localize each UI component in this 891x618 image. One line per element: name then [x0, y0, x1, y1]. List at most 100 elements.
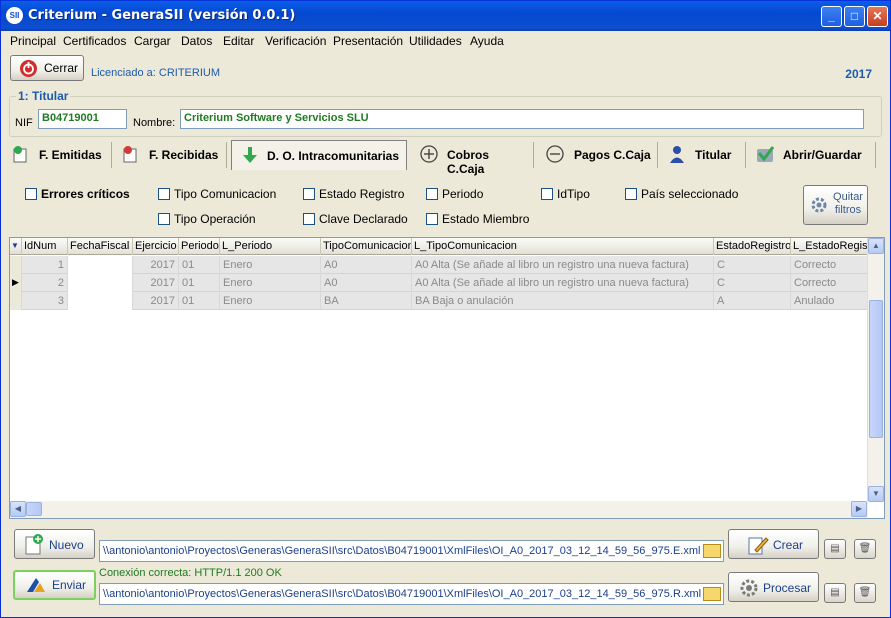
tab-cobros-ccaja[interactable]: Cobros C.Caja [415, 140, 527, 176]
estado-miembro-label: Estado Miembro [442, 212, 530, 226]
menu-bar: Principal Certificados Cargar Datos Edit… [1, 31, 890, 51]
checkbox-box [426, 188, 438, 200]
menu-verificacion[interactable]: Verificación [265, 34, 326, 48]
horizontal-scrollbar[interactable]: ◀ ▶ [10, 501, 868, 518]
menu-cargar[interactable]: Cargar [134, 34, 171, 48]
scroll-right-icon[interactable]: ▶ [851, 501, 867, 517]
procesar-label: Procesar [763, 581, 812, 595]
cell-l-estadoregist: Correcto [791, 274, 868, 292]
down-arrow-icon [243, 147, 257, 163]
maximize-button[interactable]: □ [844, 6, 865, 27]
filter-panel: Errores críticos Tipo Comunicacion Estad… [9, 175, 882, 233]
col-ejercicio[interactable]: Ejercicio [133, 238, 179, 255]
quitar-filtros-button[interactable]: Quitar filtros [803, 185, 868, 225]
tab-f-emitidas-label: F. Emitidas [39, 148, 102, 162]
delete-file-button[interactable]: 🗑 [854, 539, 876, 559]
edit-document-icon [748, 537, 769, 555]
col-l-periodo[interactable]: L_Periodo [220, 238, 321, 255]
tab-bar: F. Emitidas F. Recibidas D. O. Intracomu… [1, 140, 890, 176]
user-icon [670, 146, 684, 163]
aeat-logo-icon [27, 578, 45, 592]
folder-icon[interactable] [703, 544, 721, 558]
col-estadoregistro[interactable]: EstadoRegistro [714, 238, 791, 255]
year-label: 2017 [845, 67, 872, 81]
trash-icon: 🗑 [858, 587, 872, 598]
title-bar[interactable]: SII Criterium - GeneraSII (versión 0.0.1… [1, 1, 890, 31]
enviar-button[interactable]: Enviar [13, 570, 96, 600]
menu-datos[interactable]: Datos [181, 34, 212, 48]
menu-certificados[interactable]: Certificados [63, 34, 126, 48]
nombre-field[interactable]: Criterium Software y Servicios SLU [180, 109, 864, 129]
gear-icon [740, 579, 758, 597]
cerrar-button[interactable]: Cerrar [10, 55, 84, 81]
tab-abrir-guardar[interactable]: Abrir/Guardar [751, 140, 873, 170]
view-file-button[interactable]: ▤ [824, 539, 846, 559]
cell-l-estadoregist: Anulado [791, 292, 868, 310]
scroll-left-icon[interactable]: ◀ [10, 501, 26, 517]
cell-periodo: 01 [179, 256, 220, 274]
tab-titular[interactable]: Titular [663, 140, 743, 170]
minus-circle-icon [546, 145, 564, 163]
crear-button[interactable]: Crear [728, 529, 819, 559]
col-idnum[interactable]: IdNum [22, 238, 68, 255]
col-tipocomunicacion[interactable]: TipoComunicacion [321, 238, 412, 255]
cell-periodo: 01 [179, 292, 220, 310]
clave-declarado-label: Clave Declarado [319, 212, 408, 226]
cell-tipocomunicacion: A0 [321, 256, 412, 274]
window-title: Criterium - GeneraSII (versión 0.0.1) [28, 8, 296, 23]
tab-cobros-label: Cobros C.Caja [447, 148, 489, 176]
tab-pagos-ccaja[interactable]: Pagos C.Caja [539, 140, 655, 170]
idtipo-label: IdTipo [557, 187, 590, 201]
tab-separator [657, 142, 658, 168]
tab-titular-label: Titular [695, 148, 732, 162]
cell-l-periodo: Enero [220, 274, 321, 292]
trash-icon: 🗑 [858, 543, 872, 554]
table-row[interactable]: 3 2017 01 Enero BA BA Baja o anulación A… [10, 292, 868, 310]
titular-legend: 1: Titular [16, 89, 71, 103]
tab-separator [111, 142, 112, 168]
grid-header-menu-icon[interactable]: ▼ [10, 238, 22, 255]
scroll-up-icon[interactable]: ▲ [868, 238, 884, 254]
table-row[interactable]: ▶ 2 2017 01 Enero A0 A0 Alta (Se añade a… [10, 274, 868, 292]
folder-icon[interactable] [703, 587, 721, 601]
cell-idnum: 3 [22, 292, 68, 310]
data-grid[interactable]: ▼ IdNum FechaFiscal Ejercicio Periodo L_… [9, 237, 885, 519]
cerrar-label: Cerrar [44, 61, 79, 75]
close-button[interactable]: ✕ [867, 6, 888, 27]
minimize-button[interactable]: _ [821, 6, 842, 27]
tab-abrir-guardar-label: Abrir/Guardar [783, 148, 862, 162]
col-periodo[interactable]: Periodo [179, 238, 220, 255]
delete-response-button[interactable]: 🗑 [854, 583, 876, 603]
checkbox-box [303, 213, 315, 225]
cell-estadoregistro: A [714, 292, 791, 310]
menu-principal[interactable]: Principal [10, 34, 56, 48]
response-file-path-field[interactable]: \\antonio\antonio\Proyectos\Generas\Gene… [99, 583, 724, 605]
nuevo-button[interactable]: Nuevo [14, 529, 95, 559]
vertical-scrollbar[interactable]: ▲ ▼ [867, 238, 884, 502]
tab-do-intracomunitarias[interactable]: D. O. Intracomunitarias [231, 140, 407, 170]
checkbox-box [303, 188, 315, 200]
scroll-thumb[interactable] [869, 300, 883, 438]
scroll-thumb[interactable] [26, 502, 42, 516]
scroll-down-icon[interactable]: ▼ [868, 486, 884, 502]
table-row[interactable]: 1 2017 01 Enero A0 A0 Alta (Se añade al … [10, 256, 868, 274]
view-response-button[interactable]: ▤ [824, 583, 846, 603]
tab-f-recibidas[interactable]: F. Recibidas [115, 140, 225, 170]
cell-fechafiscal [68, 274, 133, 292]
menu-presentacion[interactable]: Presentación [333, 34, 403, 48]
menu-utilidades[interactable]: Utilidades [409, 34, 462, 48]
menu-editar[interactable]: Editar [223, 34, 254, 48]
nif-field[interactable]: B04719001 [38, 109, 127, 129]
output-file-path-field[interactable]: \\antonio\antonio\Proyectos\Generas\Gene… [99, 540, 724, 562]
plus-circle-icon [420, 145, 438, 163]
cell-l-periodo: Enero [220, 292, 321, 310]
download-icon [123, 146, 137, 163]
col-fechafiscal[interactable]: FechaFiscal [68, 238, 133, 255]
col-l-estadoregist[interactable]: L_EstadoRegist [791, 238, 868, 255]
procesar-button[interactable]: Procesar [728, 572, 819, 602]
col-l-tipocomunicacion[interactable]: L_TipoComunicacion [412, 238, 714, 255]
menu-ayuda[interactable]: Ayuda [470, 34, 504, 48]
cell-tipocomunicacion: BA [321, 292, 412, 310]
tab-f-emitidas[interactable]: F. Emitidas [9, 140, 110, 170]
cell-l-periodo: Enero [220, 256, 321, 274]
